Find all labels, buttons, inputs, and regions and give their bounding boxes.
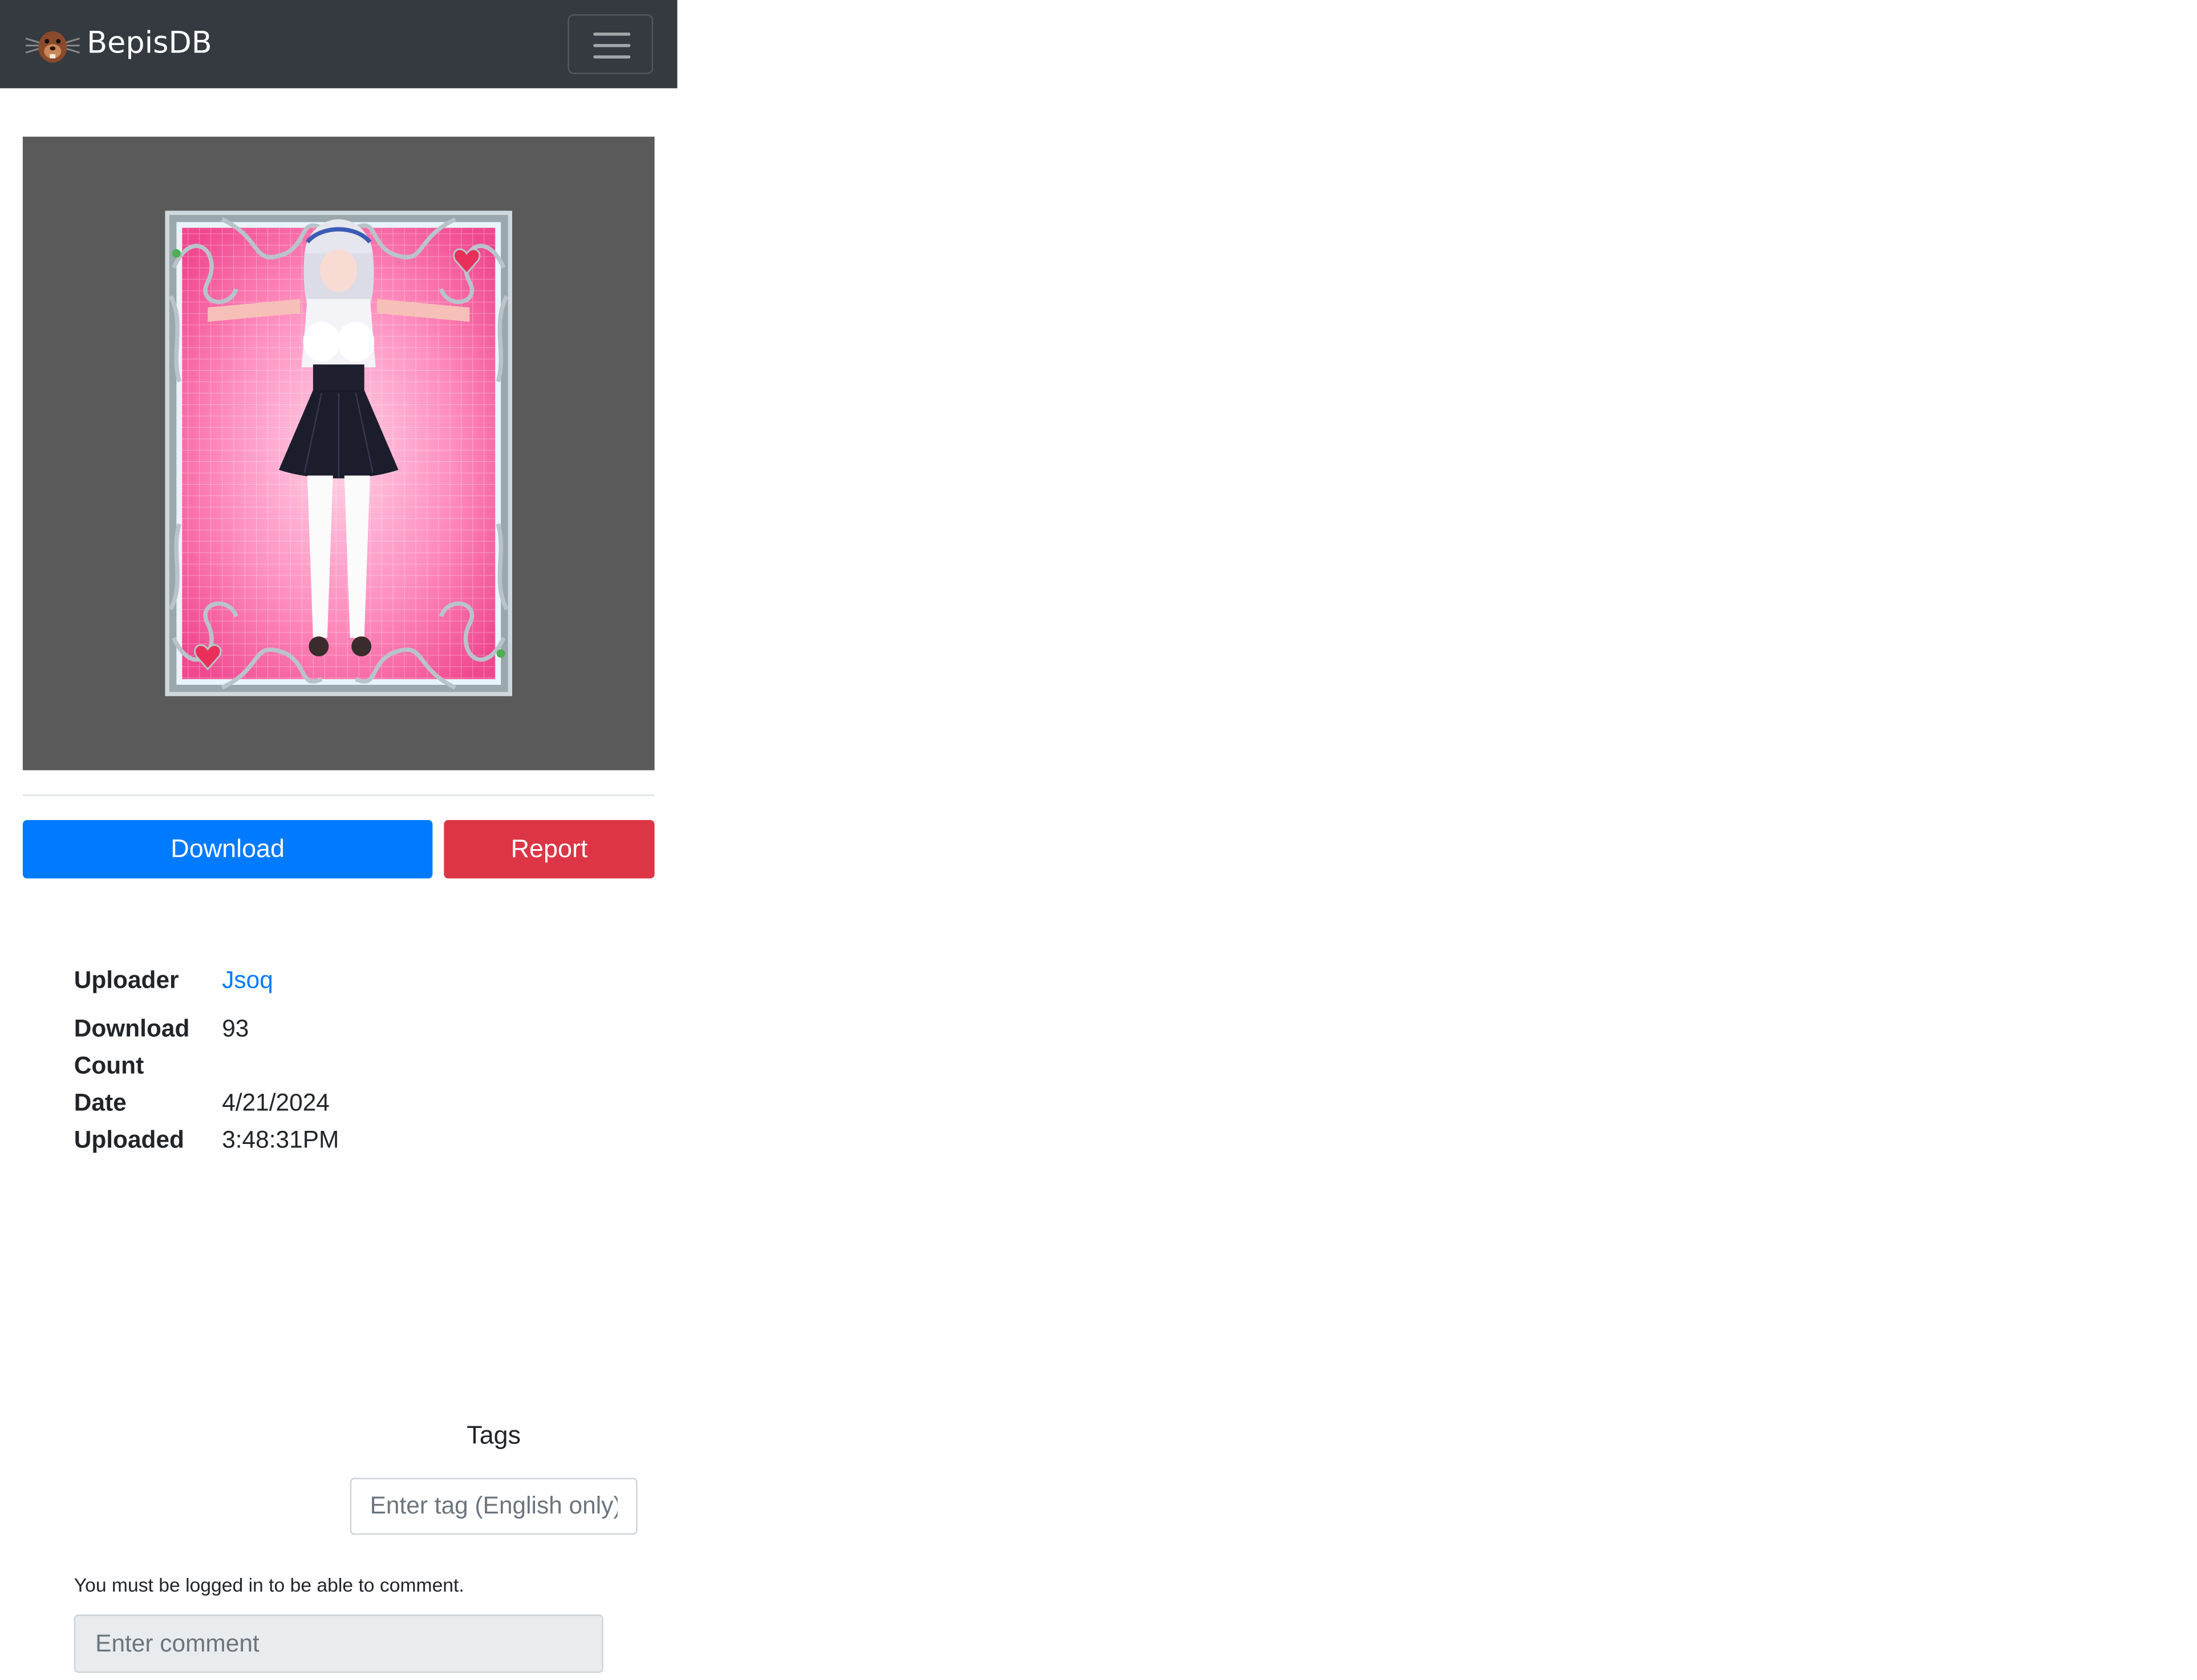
tags-heading: Tags [467,1421,521,1450]
hamburger-menu-icon [593,33,631,59]
uploader-label: Uploader [74,967,179,994]
download-count-label-line2: Count [74,1052,144,1080]
bepis-logo-icon[interactable] [25,24,80,67]
divider [22,794,655,796]
date-uploaded-label-line2: Uploaded [74,1126,184,1154]
uploader-link[interactable]: Jsoq [222,963,273,999]
download-count-label-line1: Download [74,1015,190,1042]
card-preview [22,136,655,770]
viewport: BepisDB Download Report Uploader Jsoq Do… [0,0,2197,1680]
report-button[interactable]: Report [444,820,655,879]
date-uploaded-value-date: 4/21/2024 [222,1089,330,1117]
navbar-toggle-button[interactable] [568,14,654,74]
download-button[interactable]: Download [22,820,433,879]
download-count-value: 93 [222,1015,249,1042]
date-uploaded-label-line1: Date [74,1089,127,1117]
tag-input[interactable] [350,1478,638,1535]
page: BepisDB Download Report Uploader Jsoq Do… [0,0,2197,1680]
brand-name[interactable]: BepisDB [87,20,212,66]
comment-login-note: You must be logged in to be able to comm… [74,1575,464,1596]
navbar: BepisDB [0,0,678,88]
date-uploaded-value-time: 3:48:31PM [222,1126,339,1154]
character-card-image[interactable] [165,210,513,696]
comment-input[interactable] [74,1614,603,1673]
